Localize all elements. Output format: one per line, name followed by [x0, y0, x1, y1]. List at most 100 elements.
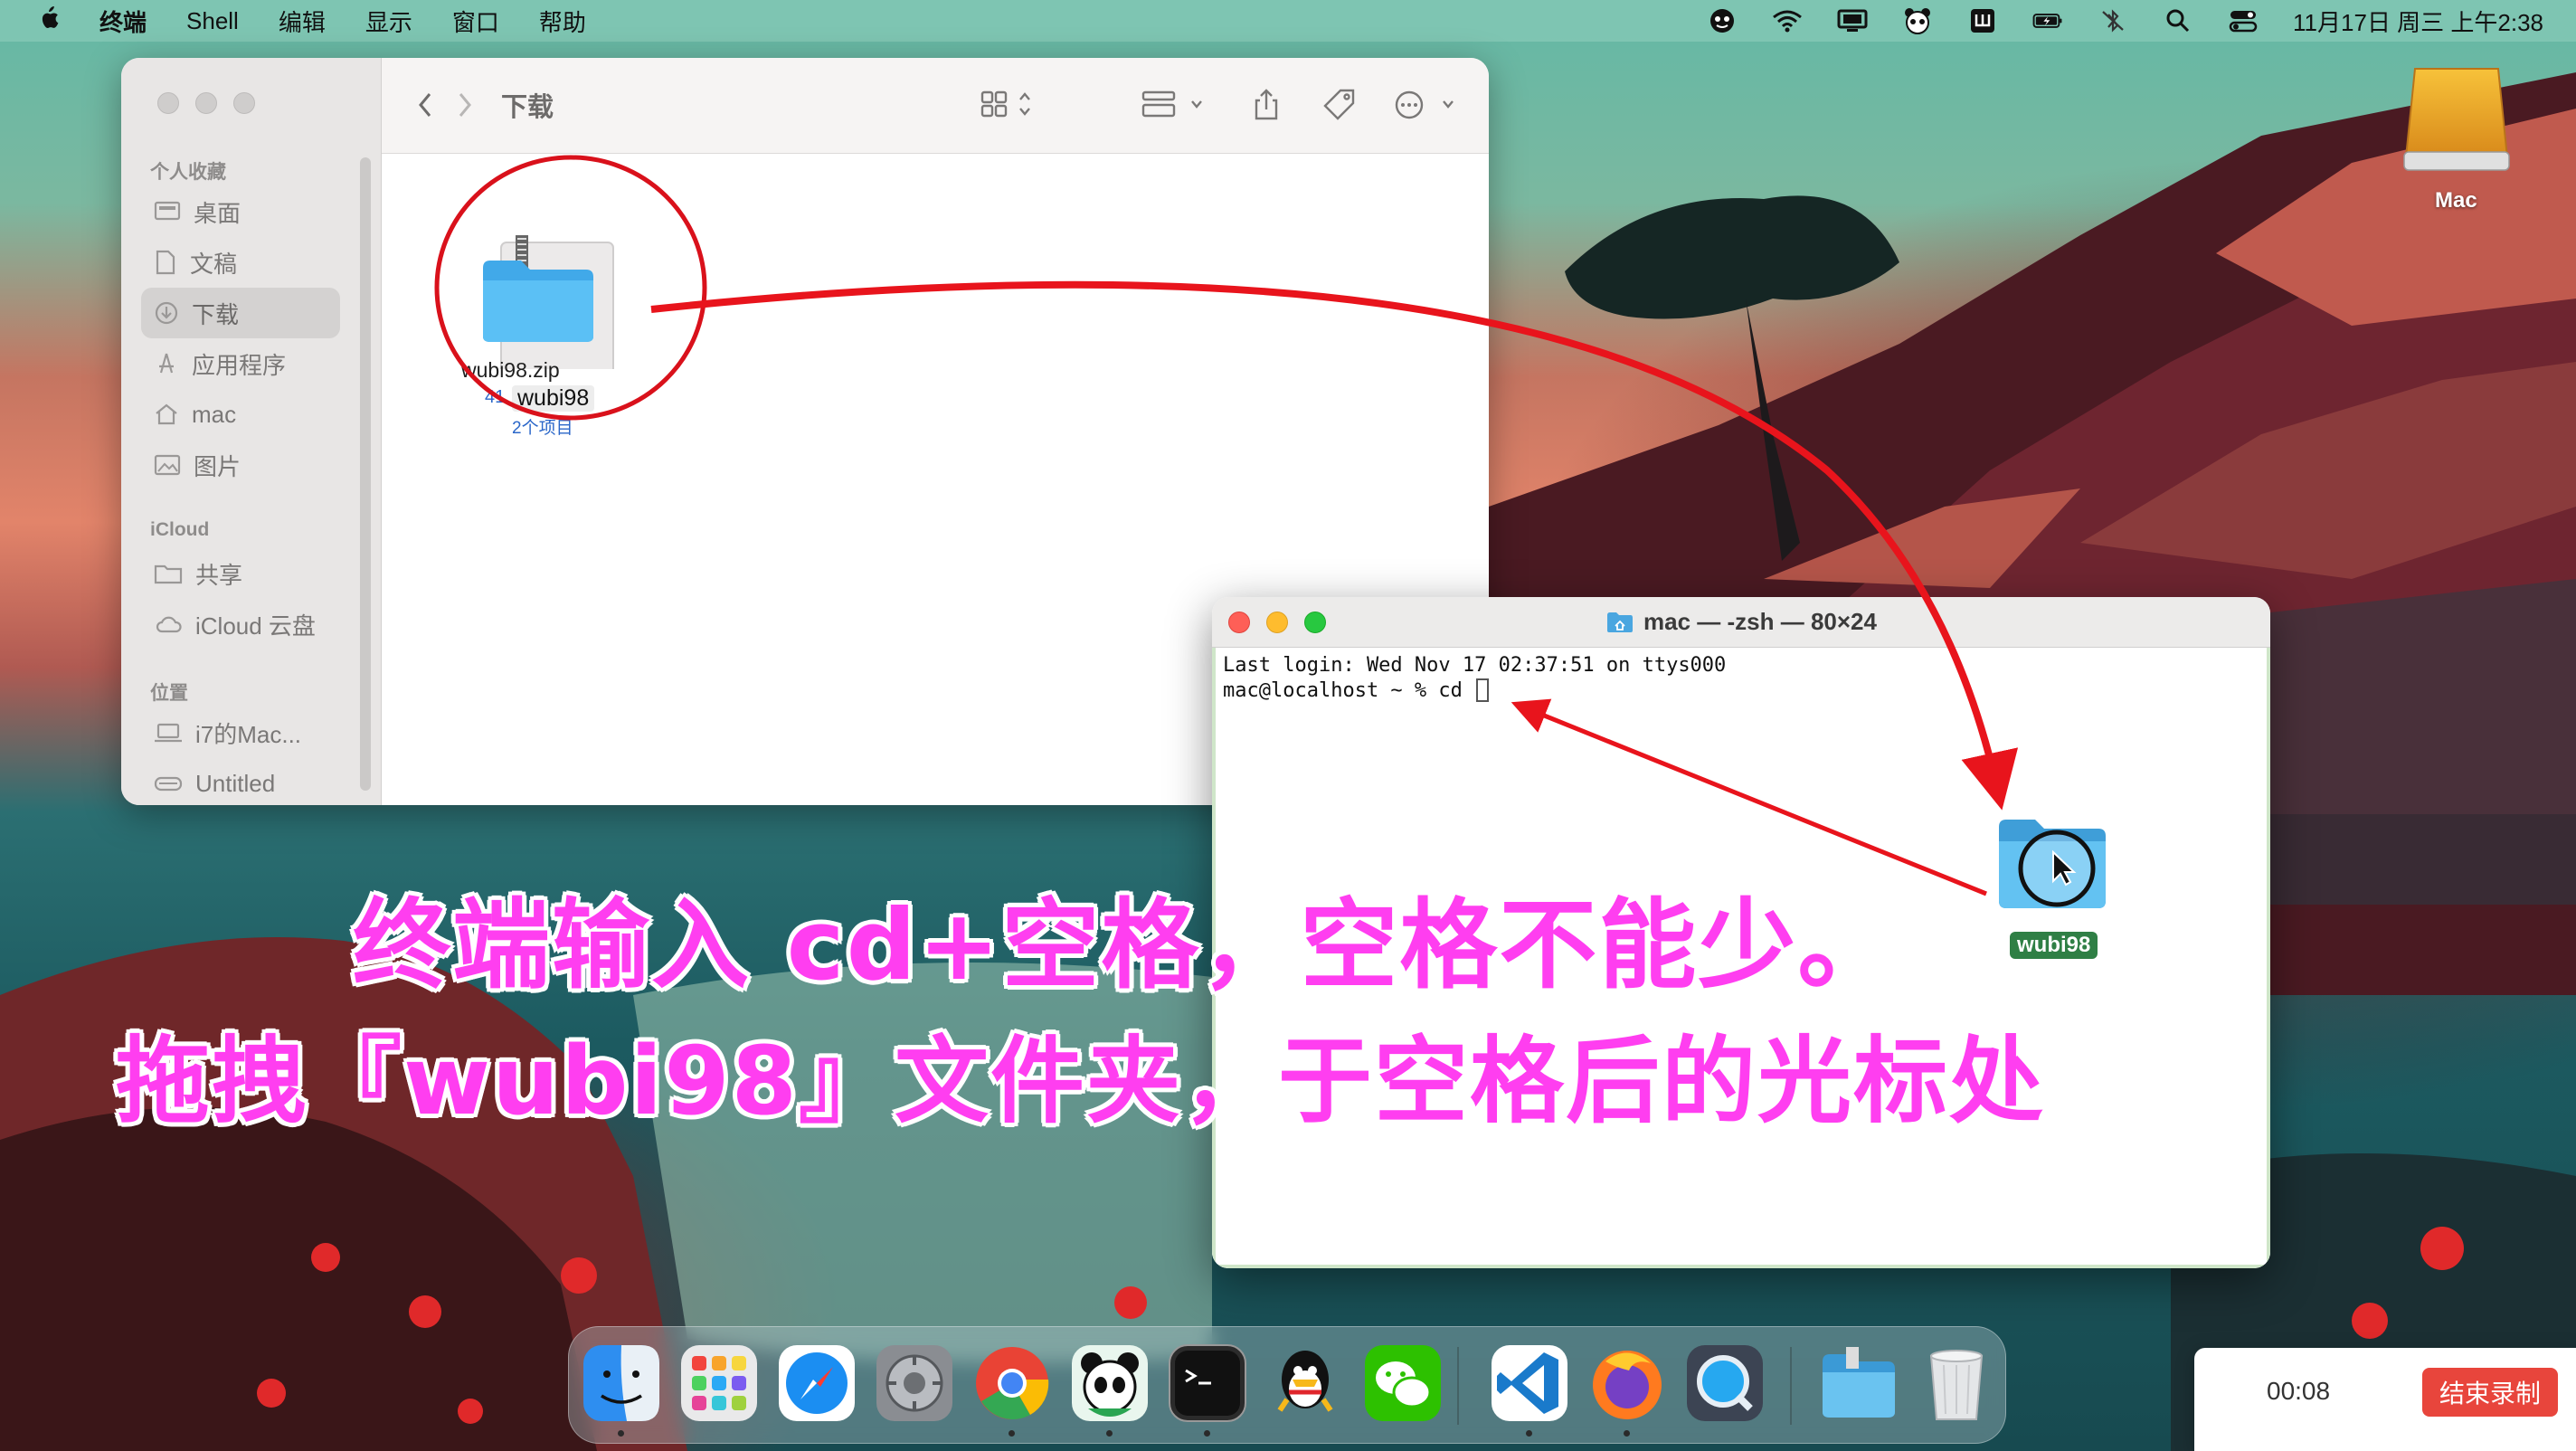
vscode-icon[interactable]	[1490, 1343, 1569, 1423]
chrome-icon[interactable]	[972, 1343, 1052, 1423]
ellipsis-circle-icon	[1395, 90, 1454, 119]
sidebar-item-this-mac[interactable]: i7的Mac...	[141, 707, 340, 758]
sidebar-item-shared[interactable]: 共享	[141, 548, 340, 599]
menu-bar: 终端 Shell 编辑 显示 窗口 帮助 11月17日 周三 上午2:38	[0, 0, 2576, 42]
terminal-cursor	[1476, 678, 1490, 702]
wechat-icon[interactable]	[1363, 1343, 1443, 1423]
running-indicator	[1624, 1430, 1630, 1437]
sidebar-item-label: 图片	[194, 452, 242, 480]
home-folder-icon	[1607, 612, 1634, 632]
finder-title: 下载	[501, 93, 554, 122]
dock	[568, 1326, 2006, 1444]
menu-view[interactable]: 显示	[365, 5, 412, 38]
sidebar-item-label: 桌面	[194, 199, 242, 227]
input-method-icon[interactable]	[1967, 9, 1998, 33]
shared-folder-icon	[154, 564, 183, 584]
dock-separator	[1790, 1347, 1792, 1425]
terminal-window-controls	[1228, 612, 1326, 633]
downloads-stack-icon[interactable]	[1819, 1343, 1899, 1423]
safari-icon[interactable]	[777, 1343, 857, 1423]
more-actions-button[interactable]	[1393, 87, 1456, 123]
tag-button[interactable]	[1322, 87, 1357, 123]
qq-icon[interactable]	[1265, 1343, 1345, 1423]
download-icon	[155, 301, 178, 325]
desktop-drive-mac[interactable]: Mac	[2401, 60, 2513, 223]
running-indicator	[1204, 1430, 1210, 1437]
dragged-folder-name: wubi98	[512, 385, 595, 412]
terminal-icon[interactable]	[1168, 1343, 1247, 1423]
running-indicator	[1106, 1430, 1113, 1437]
menu-window[interactable]: 窗口	[452, 5, 499, 38]
sidebar-item-label: 文稿	[190, 250, 238, 278]
battery-icon[interactable]	[2032, 9, 2063, 33]
group-button[interactable]	[1141, 87, 1208, 123]
terminal-prompt-line: mac@localhost ~ % cd	[1223, 678, 2259, 704]
sidebar-item-icloud-drive[interactable]: iCloud 云盘	[141, 599, 340, 650]
minimize-button[interactable]	[1266, 612, 1288, 633]
sidebar-item-desktop[interactable]: 桌面	[141, 186, 340, 237]
back-button[interactable]	[416, 87, 434, 123]
panda-icon[interactable]	[1902, 8, 1933, 34]
forward-button[interactable]	[456, 87, 474, 123]
close-button[interactable]	[157, 92, 179, 114]
control-center-icon[interactable]	[2228, 9, 2259, 33]
sidebar-item-downloads[interactable]: 下载	[141, 288, 340, 338]
menu-shell[interactable]: Shell	[186, 7, 239, 35]
running-indicator	[1526, 1430, 1532, 1437]
dragged-folder-count: 2个项目	[512, 419, 573, 438]
sidebar-item-applications[interactable]: 应用程序	[141, 338, 340, 389]
caption-line-2: 拖拽『wubi98』文件夹，于空格后的光标处	[116, 1026, 2045, 1136]
display-icon[interactable]	[1837, 9, 1868, 33]
quicktime-icon[interactable]	[1685, 1343, 1765, 1423]
cloud-icon	[156, 616, 182, 633]
desktop-drive-label: Mac	[2435, 188, 2477, 213]
caption-line-1: 终端输入 cd+空格，空格不能少。	[353, 889, 1898, 1002]
spotlight-search-icon[interactable]	[2163, 9, 2193, 33]
view-mode-button[interactable]	[980, 87, 1037, 123]
launchpad-icon[interactable]	[679, 1343, 759, 1423]
menu-clock[interactable]: 11月17日 周三 上午2:38	[2293, 5, 2543, 38]
file-size-label: 41	[485, 387, 506, 407]
screen-recording-widget: 00:08 结束录制	[2194, 1348, 2576, 1451]
sidebar-item-label: 共享	[195, 561, 243, 589]
drag-cursor-ring	[2018, 830, 2096, 907]
sidebar-item-label: 下载	[192, 300, 240, 328]
sidebar-item-pictures[interactable]: 图片	[141, 440, 340, 490]
wifi-icon[interactable]	[1772, 9, 1803, 33]
finder-window-controls	[157, 92, 255, 114]
bluetooth-off-icon[interactable]	[2098, 9, 2128, 33]
sidebar-item-home[interactable]: mac	[141, 389, 340, 440]
desktop-folder-wubi98[interactable]: wubi98	[1995, 814, 2113, 968]
sidebar-scrollbar[interactable]	[360, 157, 371, 791]
menu-app-name[interactable]: 终端	[99, 5, 147, 38]
sidebar-item-untitled[interactable]: Untitled	[141, 758, 340, 805]
minimize-button[interactable]	[195, 92, 217, 114]
panda-app-icon[interactable]	[1070, 1343, 1150, 1423]
pictures-icon	[154, 454, 181, 476]
firefox-icon[interactable]	[1587, 1343, 1667, 1423]
zoom-button[interactable]	[233, 92, 255, 114]
zoom-button[interactable]	[1304, 612, 1326, 633]
sidebar-item-documents[interactable]: 文稿	[141, 237, 340, 288]
screen-record-status-icon[interactable]	[1707, 9, 1738, 33]
finder-icon[interactable]	[582, 1343, 661, 1423]
home-icon	[156, 403, 177, 425]
applications-icon	[159, 353, 174, 374]
sidebar-section-icloud: iCloud	[150, 519, 210, 540]
laptop-icon	[155, 723, 182, 743]
terminal-titlebar: mac — -zsh — 80×24	[1212, 597, 2270, 648]
menu-edit[interactable]: 编辑	[279, 5, 326, 38]
apple-menu-icon[interactable]	[36, 5, 60, 38]
sidebar-item-label: iCloud 云盘	[195, 612, 316, 640]
folder-icon	[483, 261, 593, 342]
chevron-left-icon	[419, 93, 431, 117]
close-button[interactable]	[1228, 612, 1250, 633]
sidebar-item-label: Untitled	[195, 769, 276, 797]
system-preferences-icon[interactable]	[875, 1343, 954, 1423]
trash-icon[interactable]	[1917, 1343, 1996, 1423]
stop-recording-button[interactable]: 结束录制	[2422, 1368, 2558, 1417]
chevron-right-icon	[459, 93, 471, 117]
desktop-folder-label: wubi98	[2010, 932, 2098, 959]
menu-help[interactable]: 帮助	[539, 5, 586, 38]
share-button[interactable]	[1252, 87, 1281, 123]
